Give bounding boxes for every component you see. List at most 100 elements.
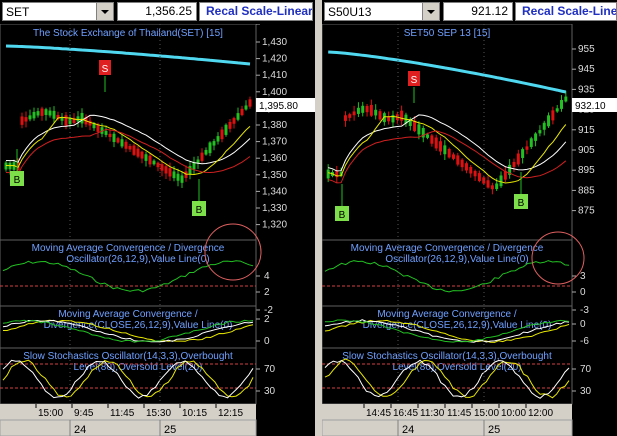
main-price-panel[interactable] bbox=[0, 24, 257, 241]
sub-axis-label: 2 bbox=[264, 314, 270, 325]
macd-panel-subtitle: Oscillator(26,12,9),Value Line(0) bbox=[66, 254, 209, 265]
candle-body bbox=[212, 141, 216, 146]
chevron-down-icon bbox=[101, 10, 109, 14]
candle-body bbox=[204, 149, 208, 155]
chevron-down-icon bbox=[427, 10, 435, 14]
time-label: 10:00 bbox=[501, 408, 526, 419]
candle-body bbox=[156, 162, 160, 168]
candle-body bbox=[48, 110, 52, 116]
candle-body bbox=[378, 111, 382, 120]
candle-body bbox=[20, 116, 24, 125]
buy-signal-label: B bbox=[196, 205, 203, 216]
date-label: 24 bbox=[402, 424, 414, 436]
chart-title: SET50 SEP 13 [15] bbox=[404, 28, 491, 39]
candle-body bbox=[180, 175, 184, 183]
macd-panel-title: Moving Average Convergence / Divergence bbox=[351, 243, 544, 254]
price-axis-label: 915 bbox=[578, 125, 595, 136]
candle-body bbox=[542, 122, 546, 130]
macd-panel-subtitle: Oscillator(26,12,9),Value Line(0) bbox=[385, 254, 528, 265]
stochastics-panel-title: Slow Stochastics Oscillator(14,3,3),Over… bbox=[23, 351, 233, 362]
time-label: 14:45 bbox=[366, 408, 391, 419]
candle-body bbox=[184, 171, 188, 178]
chart-canvas[interactable]: The Stock Exchange of Thailand(SET) [15]… bbox=[0, 24, 315, 436]
sub-axis-label: 2 bbox=[264, 287, 270, 298]
candle-body bbox=[216, 136, 220, 142]
candle-body bbox=[40, 108, 44, 116]
candle-body bbox=[132, 145, 136, 155]
candle-body bbox=[112, 133, 116, 143]
candle-body bbox=[456, 155, 460, 165]
time-label: 11:30 bbox=[420, 408, 445, 419]
candle-body bbox=[64, 115, 68, 126]
time-label: 10:15 bbox=[182, 408, 207, 419]
pane-splitter[interactable] bbox=[315, 0, 322, 436]
price-axis-label: 905 bbox=[578, 145, 595, 156]
chart-canvas[interactable]: SET50 SEP 13 [15]95594593592591590589588… bbox=[322, 24, 617, 436]
symbol-select[interactable]: SET bbox=[2, 2, 114, 21]
candle-body bbox=[486, 180, 490, 188]
candle-body bbox=[116, 138, 120, 143]
candle-body bbox=[188, 166, 192, 175]
sub-axis-label: 4 bbox=[264, 271, 270, 282]
candle-body bbox=[120, 139, 124, 147]
candle-body bbox=[240, 108, 244, 116]
candle-body bbox=[44, 109, 48, 116]
candle-body bbox=[52, 110, 56, 119]
recal-scale-button[interactable]: Recal Scale-Linea bbox=[515, 2, 617, 21]
price-axis-label: 1,380 bbox=[262, 120, 287, 131]
candle-body bbox=[356, 107, 360, 114]
candle-body bbox=[124, 141, 128, 149]
candle-body bbox=[434, 137, 438, 149]
date-label: 25 bbox=[164, 424, 176, 436]
candle-body bbox=[430, 135, 434, 144]
dropdown-button[interactable] bbox=[422, 3, 439, 20]
candle-body bbox=[148, 155, 152, 165]
macd-histogram-panel-title: Moving Average Convergence / bbox=[58, 309, 198, 320]
dropdown-button[interactable] bbox=[96, 3, 113, 20]
candle-body bbox=[352, 111, 356, 116]
price-axis-label: 1,340 bbox=[262, 186, 287, 197]
candle-body bbox=[538, 130, 542, 134]
candle-body bbox=[551, 110, 555, 121]
candle-body bbox=[490, 185, 494, 190]
candle-body bbox=[495, 183, 499, 190]
candle-body bbox=[439, 141, 443, 152]
sub-axis-label: -3 bbox=[580, 305, 589, 316]
candle-body bbox=[512, 161, 516, 167]
candle-body bbox=[200, 152, 204, 161]
candle-body bbox=[499, 175, 503, 187]
candle-body bbox=[228, 121, 232, 129]
candle-body bbox=[24, 117, 28, 122]
time-label: 16:45 bbox=[393, 408, 418, 419]
price-axis-label: 1,420 bbox=[262, 54, 287, 65]
candle-body bbox=[469, 167, 473, 174]
candle-body bbox=[464, 163, 468, 171]
candle-body bbox=[172, 171, 176, 179]
buy-signal-label: B bbox=[518, 198, 525, 209]
candle-body bbox=[232, 118, 236, 124]
candle-body bbox=[136, 148, 140, 157]
main-price-panel[interactable] bbox=[322, 24, 573, 241]
candle-body bbox=[144, 154, 148, 161]
last-price-box: 921.12 bbox=[443, 2, 513, 21]
sub-axis-label: 3 bbox=[580, 271, 586, 282]
price-axis-label: 1,370 bbox=[262, 137, 287, 148]
recal-scale-button[interactable]: Recal Scale-Linear bbox=[199, 2, 313, 21]
symbol-select[interactable]: S50U13 bbox=[324, 2, 440, 21]
candle-body bbox=[160, 164, 164, 171]
candle-body bbox=[208, 142, 212, 154]
candle-body bbox=[477, 173, 481, 182]
candle-body bbox=[564, 96, 568, 102]
price-axis-label: 885 bbox=[578, 185, 595, 196]
sub-axis-label: 0 bbox=[580, 287, 586, 298]
sub-axis-label: -10 bbox=[264, 24, 279, 27]
candle-body bbox=[176, 173, 180, 181]
price-axis-label: 1,360 bbox=[262, 153, 287, 164]
price-axis-label: 1,430 bbox=[262, 37, 287, 48]
candle-body bbox=[244, 105, 248, 110]
price-axis-label: 1,400 bbox=[262, 87, 287, 98]
candle-body bbox=[369, 104, 373, 116]
buy-signal-label: B bbox=[339, 210, 346, 221]
candle-body bbox=[326, 169, 330, 179]
sub-axis-label: 30 bbox=[580, 386, 592, 397]
